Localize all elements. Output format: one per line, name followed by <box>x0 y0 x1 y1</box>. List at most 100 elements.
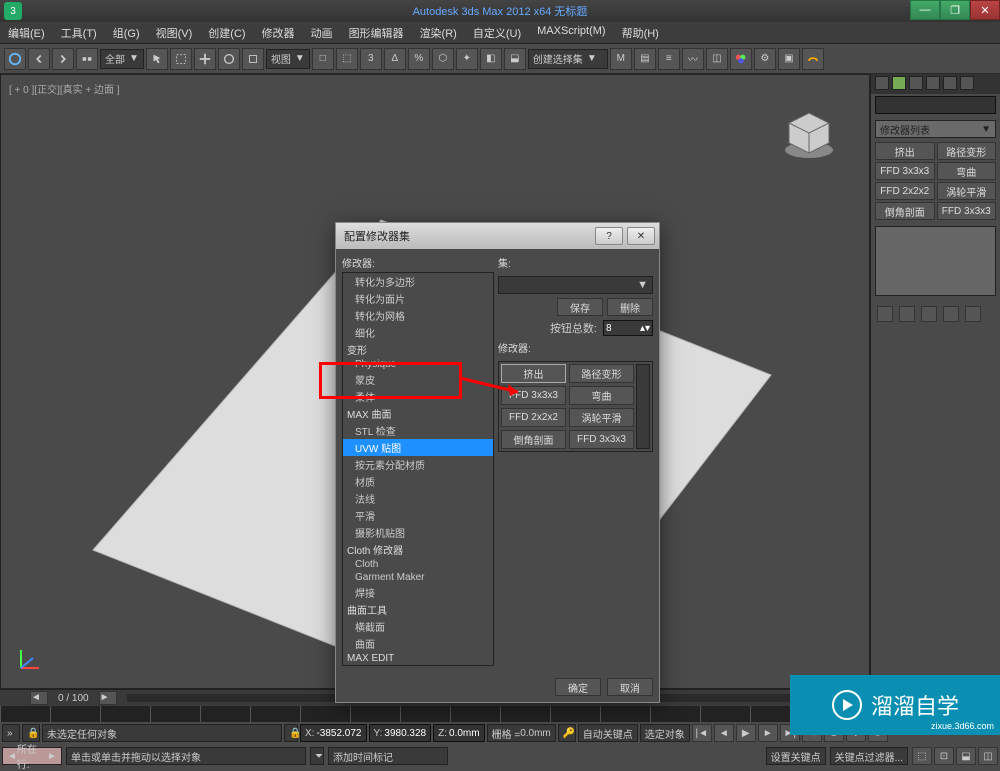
grid-button[interactable]: 弯曲 <box>569 386 634 405</box>
toolbar-button[interactable]: ⬡ <box>432 48 454 70</box>
filter-dropdown[interactable]: 全部▼ <box>100 49 144 69</box>
layer-button[interactable]: ≡ <box>658 48 680 70</box>
schematic-button[interactable]: ◫ <box>706 48 728 70</box>
modifier-button[interactable]: FFD 2x2x2 <box>875 182 935 200</box>
time-tag-icon[interactable]: ⏷ <box>310 747 324 765</box>
toolbar-button[interactable]: ⬓ <box>504 48 526 70</box>
modifier-button[interactable]: 涡轮平滑 <box>937 182 997 200</box>
remove-modifier-icon[interactable] <box>943 306 959 322</box>
minimize-button[interactable]: — <box>910 0 940 20</box>
list-item[interactable]: 摄影机贴图 <box>343 524 493 541</box>
refcoord-dropdown[interactable]: 视图▼ <box>266 49 310 69</box>
dialog-close-button[interactable]: ✕ <box>627 227 655 245</box>
menu-item[interactable]: 自定义(U) <box>465 22 529 43</box>
save-button[interactable]: 保存 <box>557 298 603 316</box>
modifier-button[interactable]: FFD 3x3x3 <box>875 162 935 180</box>
rotate-button[interactable] <box>218 48 240 70</box>
y-coord[interactable]: Y:3980.328 <box>369 724 432 742</box>
delete-button[interactable]: 删除 <box>607 298 653 316</box>
modifiers-list[interactable]: 转化为多边形转化为面片转化为网格细化变形Physique蒙皮柔体MAX 曲面ST… <box>342 272 494 666</box>
pin-stack-icon[interactable] <box>877 306 893 322</box>
nav-button[interactable]: ⬓ <box>956 747 976 765</box>
prev-frame-button[interactable]: ◄ <box>714 724 734 742</box>
list-item[interactable]: 变形 <box>343 341 493 358</box>
angle-snap-button[interactable]: ∆ <box>384 48 406 70</box>
ok-button[interactable]: 确定 <box>555 678 601 696</box>
hierarchy-tab[interactable] <box>909 76 923 90</box>
named-selection-dropdown[interactable]: 创建选择集▼ <box>528 49 608 69</box>
setkey-button[interactable]: 设置关键点 <box>766 747 826 765</box>
close-button[interactable]: ✕ <box>970 0 1000 20</box>
menu-item[interactable]: 创建(C) <box>200 22 253 43</box>
display-tab[interactable] <box>943 76 957 90</box>
list-item[interactable]: 横截面 <box>343 618 493 635</box>
x-coord[interactable]: X:-3852.072 <box>300 724 367 742</box>
list-item[interactable]: MAX EDIT <box>343 652 493 665</box>
list-item[interactable]: 材质 <box>343 473 493 490</box>
percent-snap-button[interactable]: % <box>408 48 430 70</box>
toolbar-button[interactable]: □ <box>312 48 334 70</box>
grid-button[interactable]: 挤出 <box>501 364 566 383</box>
grid-button[interactable]: FFD 3x3x3 <box>501 386 566 405</box>
list-item[interactable]: 法线 <box>343 490 493 507</box>
link-button[interactable] <box>76 48 98 70</box>
play-button[interactable]: ▶ <box>736 724 756 742</box>
list-item[interactable]: 转化为多边形 <box>343 273 493 290</box>
lock-icon[interactable]: 🔒 <box>284 724 298 742</box>
viewport-label[interactable]: [ + 0 ][正交][真实 + 边面 ] <box>9 81 120 96</box>
toolbar-button[interactable]: ⬚ <box>336 48 358 70</box>
modifier-button[interactable]: 路径变形 <box>937 142 997 160</box>
goto-start-button[interactable]: |◄ <box>692 724 712 742</box>
render-setup-button[interactable]: ⚙ <box>754 48 776 70</box>
toolbar-button[interactable]: ✦ <box>456 48 478 70</box>
modifier-list-dropdown[interactable]: 修改器列表▼ <box>875 120 996 138</box>
cancel-button[interactable]: 取消 <box>607 678 653 696</box>
nav-button[interactable]: ⊡ <box>934 747 954 765</box>
list-item[interactable]: 平滑 <box>343 507 493 524</box>
toolbar-button[interactable] <box>4 48 26 70</box>
modify-tab[interactable] <box>892 76 906 90</box>
grid-button[interactable]: FFD 3x3x3 <box>569 430 634 449</box>
modifier-button[interactable]: 挤出 <box>875 142 935 160</box>
timeslider-prev[interactable]: ◄ <box>30 691 48 705</box>
button-count-spinner[interactable]: 8▴▾ <box>603 320 653 336</box>
make-unique-icon[interactable] <box>921 306 937 322</box>
nav-button[interactable]: ⬚ <box>912 747 932 765</box>
menu-item[interactable]: 工具(T) <box>53 22 105 43</box>
scale-button[interactable] <box>242 48 264 70</box>
z-coord[interactable]: Z:0.0mm <box>433 724 484 742</box>
undo-button[interactable] <box>28 48 50 70</box>
menu-item[interactable]: MAXScript(M) <box>529 22 613 43</box>
list-item[interactable]: 按元素分配材质 <box>343 456 493 473</box>
list-item[interactable]: 曲面工具 <box>343 601 493 618</box>
grid-scrollbar[interactable] <box>636 364 650 449</box>
configure-sets-icon[interactable] <box>965 306 981 322</box>
render-frame-button[interactable]: ▣ <box>778 48 800 70</box>
create-tab[interactable] <box>875 76 889 90</box>
menu-item[interactable]: 修改器 <box>254 22 303 43</box>
show-result-icon[interactable] <box>899 306 915 322</box>
grid-button[interactable]: 倒角剖面 <box>501 430 566 449</box>
list-item[interactable]: 曲面 <box>343 635 493 652</box>
dialog-titlebar[interactable]: 配置修改器集 ? ✕ <box>336 223 659 249</box>
list-item[interactable]: Garment Maker <box>343 571 493 584</box>
list-item[interactable]: Physique <box>343 358 493 371</box>
mirror-button[interactable]: M <box>610 48 632 70</box>
list-item[interactable]: MAX 曲面 <box>343 405 493 422</box>
grid-button[interactable]: 涡轮平滑 <box>569 408 634 427</box>
modifier-button[interactable]: 弯曲 <box>937 162 997 180</box>
menu-item[interactable]: 渲染(R) <box>412 22 465 43</box>
lock-selection-button[interactable]: 🔒 <box>22 724 40 742</box>
list-item[interactable]: 转化为面片 <box>343 290 493 307</box>
autokey-button[interactable]: 自动关键点 <box>578 724 638 742</box>
motion-tab[interactable] <box>926 76 940 90</box>
modifier-button[interactable]: 倒角剖面 <box>875 202 935 220</box>
align-button[interactable]: ▤ <box>634 48 656 70</box>
list-item[interactable]: 柔体 <box>343 388 493 405</box>
grid-button[interactable]: 路径变形 <box>569 364 634 383</box>
object-name-field[interactable] <box>875 96 996 114</box>
script-button[interactable]: » <box>2 724 20 742</box>
maximize-button[interactable]: ❐ <box>940 0 970 20</box>
list-item[interactable]: 细化 <box>343 324 493 341</box>
list-item[interactable]: STL 检查 <box>343 422 493 439</box>
